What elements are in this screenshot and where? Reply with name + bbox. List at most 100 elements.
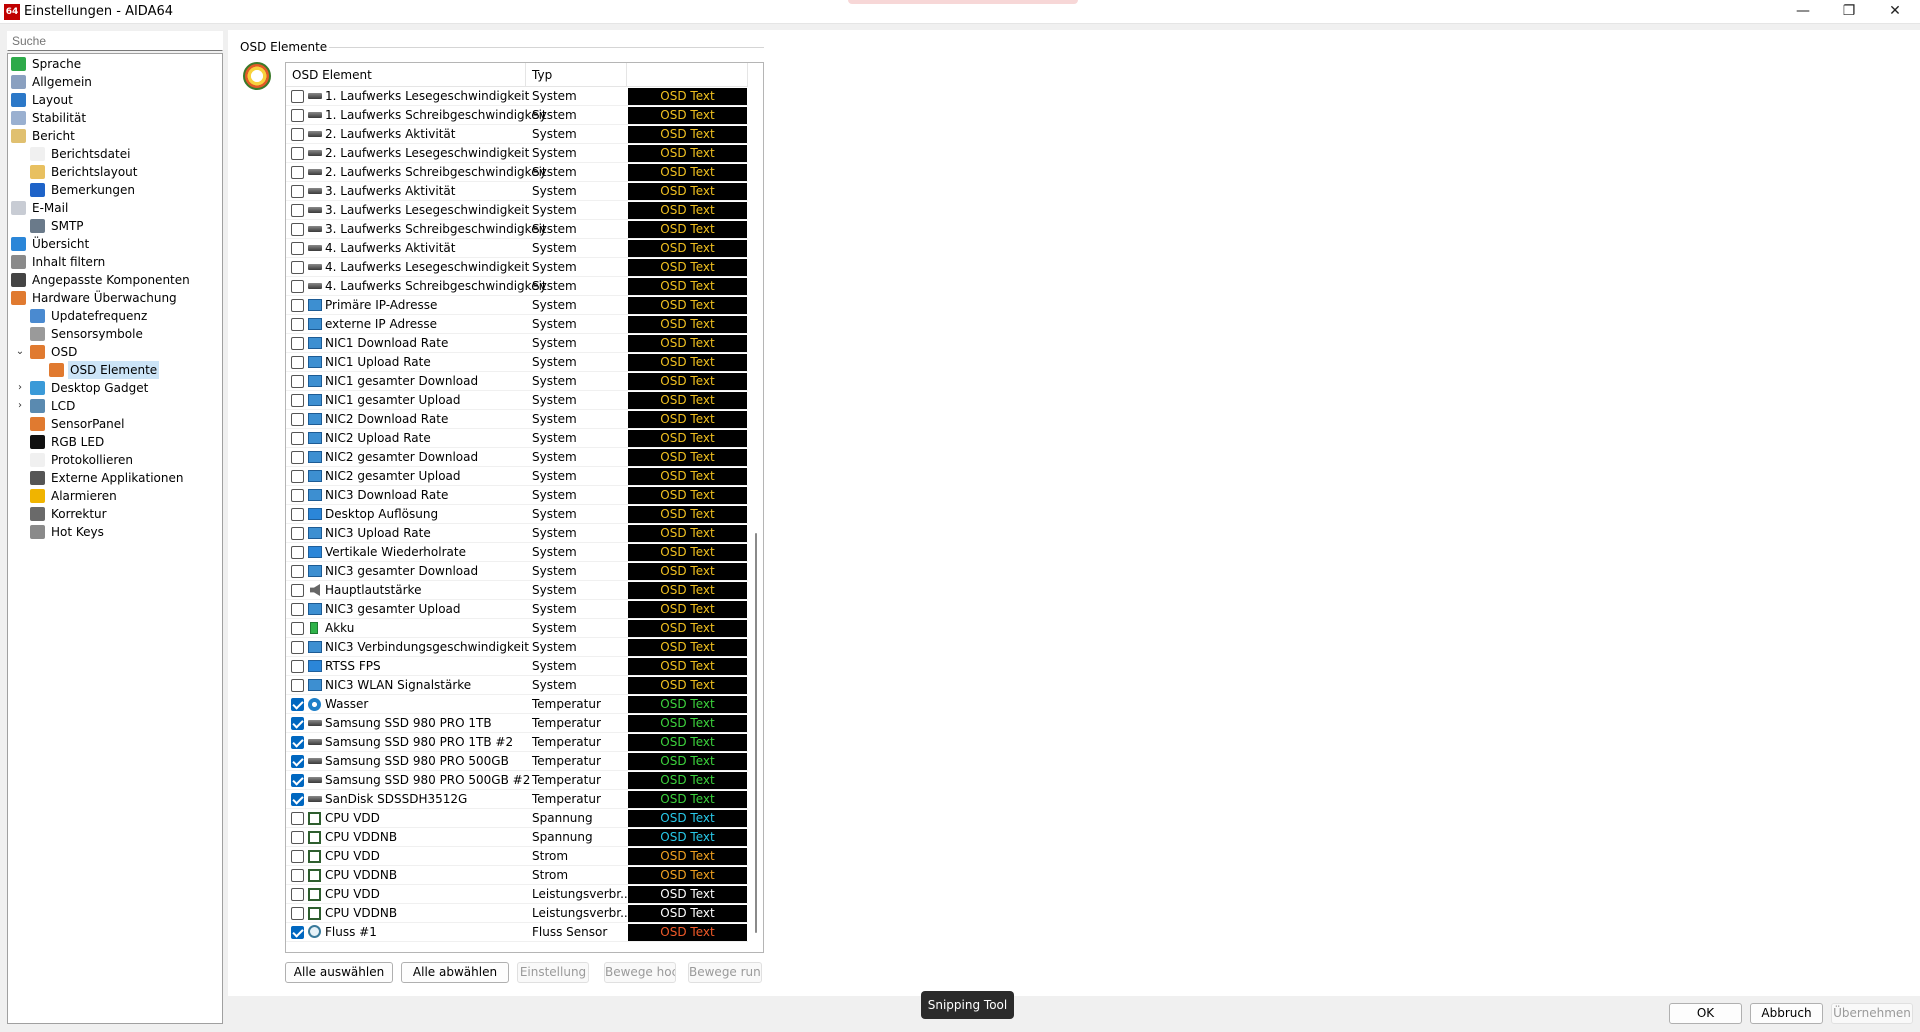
row-checkbox[interactable] [291, 470, 304, 483]
table-row[interactable]: CPU VDDNB Strom OSD Text [286, 866, 748, 885]
row-checkbox[interactable] [291, 812, 304, 825]
chevron-right-icon[interactable]: › [14, 397, 26, 415]
table-row[interactable]: 1. Laufwerks Schreibgeschwindigkeit Syste… [286, 106, 748, 125]
column-header-preview[interactable] [627, 63, 748, 87]
table-row[interactable]: Samsung SSD 980 PRO 500GB #2 Temperatur OS… [286, 771, 748, 790]
table-row[interactable]: Fluss #1 Fluss Sensor OSD Text [286, 923, 748, 942]
table-row[interactable]: Samsung SSD 980 PRO 1TB Temperatur OSD Tex… [286, 714, 748, 733]
row-checkbox[interactable] [291, 204, 304, 217]
select-all-button[interactable]: Alle auswählen [285, 962, 393, 983]
apply-button[interactable]: Übernehmen [1831, 1003, 1913, 1024]
table-row[interactable]: Akku System OSD Text [286, 619, 748, 638]
table-row[interactable]: SanDisk SDSSDH3512G Temperatur OSD Text [286, 790, 748, 809]
row-checkbox[interactable] [291, 318, 304, 331]
table-row[interactable]: Wasser Temperatur OSD Text [286, 695, 748, 714]
row-checkbox[interactable] [291, 641, 304, 654]
row-checkbox[interactable] [291, 356, 304, 369]
row-checkbox[interactable] [291, 223, 304, 236]
row-checkbox[interactable] [291, 793, 304, 806]
row-checkbox[interactable] [291, 755, 304, 768]
deselect-all-button[interactable]: Alle abwählen [401, 962, 509, 983]
table-row[interactable]: CPU VDDNB Leistungsverbr... OSD Text [286, 904, 748, 923]
row-checkbox[interactable] [291, 584, 304, 597]
row-checkbox[interactable] [291, 375, 304, 388]
table-row[interactable]: 1. Laufwerks Lesegeschwindigkeit System OS… [286, 87, 748, 106]
table-row[interactable]: NIC2 gesamter Download System OSD Text [286, 448, 748, 467]
row-checkbox[interactable] [291, 888, 304, 901]
table-row[interactable]: NIC3 gesamter Download System OSD Text [286, 562, 748, 581]
table-row[interactable]: externe IP Adresse System OSD Text [286, 315, 748, 334]
row-checkbox[interactable] [291, 869, 304, 882]
row-checkbox[interactable] [291, 280, 304, 293]
row-checkbox[interactable] [291, 907, 304, 920]
row-checkbox[interactable] [291, 90, 304, 103]
table-row[interactable]: Samsung SSD 980 PRO 500GB Temperatur OSD T… [286, 752, 748, 771]
row-checkbox[interactable] [291, 679, 304, 692]
row-checkbox[interactable] [291, 850, 304, 863]
ok-button[interactable]: OK [1669, 1003, 1742, 1024]
row-checkbox[interactable] [291, 717, 304, 730]
chevron-right-icon[interactable]: › [14, 379, 26, 397]
row-checkbox[interactable] [291, 185, 304, 198]
table-row[interactable]: 3. Laufwerks Schreibgeschwindigkeit Syste… [286, 220, 748, 239]
row-checkbox[interactable] [291, 242, 304, 255]
table-row[interactable]: Desktop Auflösung System OSD Text [286, 505, 748, 524]
list-scrollbar[interactable] [752, 86, 761, 948]
close-button[interactable]: ✕ [1872, 0, 1918, 24]
table-row[interactable]: NIC2 Download Rate System OSD Text [286, 410, 748, 429]
row-checkbox[interactable] [291, 660, 304, 673]
table-row[interactable]: NIC3 Upload Rate System OSD Text [286, 524, 748, 543]
settings-tree[interactable]: Sprache Allgemein Layout Stabilität Bericht B… [7, 53, 223, 1024]
row-checkbox[interactable] [291, 147, 304, 160]
row-checkbox[interactable] [291, 698, 304, 711]
row-checkbox[interactable] [291, 736, 304, 749]
table-row[interactable]: NIC1 Download Rate System OSD Text [286, 334, 748, 353]
table-row[interactable]: NIC3 gesamter Upload System OSD Text [286, 600, 748, 619]
move-up-button[interactable]: Bewege hoch [604, 962, 676, 983]
table-row[interactable]: 2. Laufwerks Lesegeschwindigkeit System OS… [286, 144, 748, 163]
table-row[interactable]: Hauptlautstärke System OSD Text [286, 581, 748, 600]
cancel-button[interactable]: Abbruch [1750, 1003, 1823, 1024]
table-row[interactable]: CPU VDDNB Spannung OSD Text [286, 828, 748, 847]
scroll-thumb[interactable] [755, 533, 757, 933]
row-checkbox[interactable] [291, 565, 304, 578]
table-row[interactable]: CPU VDD Leistungsverbr... OSD Text [286, 885, 748, 904]
row-checkbox[interactable] [291, 394, 304, 407]
move-down-button[interactable]: Bewege runter [688, 962, 762, 983]
table-row[interactable]: NIC3 WLAN Signalstärke System OSD Text [286, 676, 748, 695]
settings-button[interactable]: Einstellung [517, 962, 589, 983]
column-header-type[interactable]: Typ [526, 63, 627, 87]
row-checkbox[interactable] [291, 261, 304, 274]
table-row[interactable]: CPU VDD Spannung OSD Text [286, 809, 748, 828]
table-row[interactable]: NIC1 Upload Rate System OSD Text [286, 353, 748, 372]
row-checkbox[interactable] [291, 299, 304, 312]
table-row[interactable]: NIC1 gesamter Download System OSD Text [286, 372, 748, 391]
table-row[interactable]: NIC3 Download Rate System OSD Text [286, 486, 748, 505]
row-checkbox[interactable] [291, 603, 304, 616]
row-checkbox[interactable] [291, 166, 304, 179]
table-row[interactable]: 4. Laufwerks Lesegeschwindigkeit System OS… [286, 258, 748, 277]
chevron-down-icon[interactable]: ⌄ [14, 343, 26, 361]
row-checkbox[interactable] [291, 831, 304, 844]
table-row[interactable]: 3. Laufwerks Aktivität System OSD Text [286, 182, 748, 201]
row-checkbox[interactable] [291, 508, 304, 521]
table-row[interactable]: Samsung SSD 980 PRO 1TB #2 Temperatur OSD … [286, 733, 748, 752]
row-checkbox[interactable] [291, 128, 304, 141]
row-checkbox[interactable] [291, 451, 304, 464]
table-row[interactable]: NIC2 Upload Rate System OSD Text [286, 429, 748, 448]
table-row[interactable]: NIC1 gesamter Upload System OSD Text [286, 391, 748, 410]
minimize-button[interactable]: — [1780, 0, 1826, 24]
row-checkbox[interactable] [291, 109, 304, 122]
table-row[interactable]: 2. Laufwerks Aktivität System OSD Text [286, 125, 748, 144]
table-row[interactable]: 3. Laufwerks Lesegeschwindigkeit System OS… [286, 201, 748, 220]
row-checkbox[interactable] [291, 546, 304, 559]
row-checkbox[interactable] [291, 622, 304, 635]
row-checkbox[interactable] [291, 432, 304, 445]
table-row[interactable]: 4. Laufwerks Aktivität System OSD Text [286, 239, 748, 258]
row-checkbox[interactable] [291, 527, 304, 540]
row-checkbox[interactable] [291, 926, 304, 939]
table-row[interactable]: 2. Laufwerks Schreibgeschwindigkeit Syste… [286, 163, 748, 182]
column-header-osd-element[interactable]: OSD Element [286, 63, 526, 87]
maximize-button[interactable]: ❐ [1826, 0, 1872, 24]
table-row[interactable]: 4. Laufwerks Schreibgeschwindigkeit Syste… [286, 277, 748, 296]
